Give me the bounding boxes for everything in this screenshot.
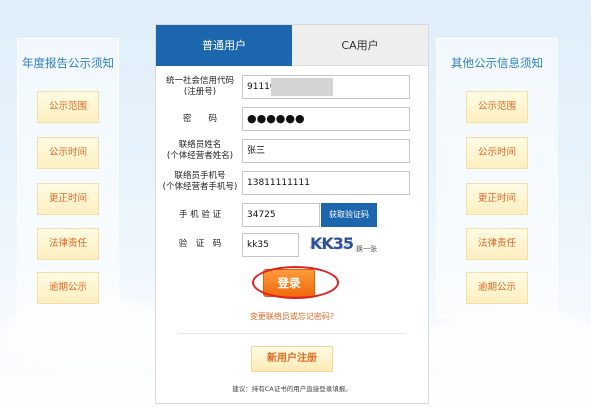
other-legal-liability-button[interactable]: 法律责任	[466, 228, 528, 260]
contact-name-input[interactable]: 张三	[242, 139, 410, 163]
annual-legal-liability-button[interactable]: 法律责任	[37, 228, 99, 260]
captcha-text: KK35	[310, 234, 354, 253]
annual-report-notice-title: 年度报告公示须知	[22, 56, 114, 70]
other-time-button[interactable]: 公示时间	[466, 137, 528, 169]
contact-name-label: 联络员姓名 (个体经营者姓名)	[166, 140, 234, 161]
login-button[interactable]: 登录	[263, 269, 315, 297]
captcha-label: 验 证 码	[178, 239, 222, 249]
sms-code-input[interactable]: 34725	[242, 203, 320, 227]
captcha-image[interactable]: KK35	[308, 230, 354, 254]
user-type-tabs: 普通用户 CA用户	[156, 25, 428, 66]
password-label: 密 码	[182, 114, 217, 124]
contact-phone-label: 联络员手机号 (个体经营者手机号)	[162, 171, 238, 192]
other-info-notice-panel: 其他公示信息须知 公示范围 公示时间 更正时间 法律责任 逾期公示	[436, 38, 558, 318]
contact-phone-input[interactable]: 13811111111	[242, 171, 410, 195]
refresh-captcha-link[interactable]: 换一张	[356, 244, 377, 254]
annual-correction-time-button[interactable]: 更正时间	[37, 183, 99, 215]
divider	[178, 333, 406, 334]
annual-report-notice-panel: 年度报告公示须知 公示范围 公示时间 更正时间 法律责任 逾期公示	[17, 38, 119, 318]
other-scope-button[interactable]: 公示范围	[466, 91, 528, 123]
credit-code-input[interactable]: 91110	[242, 75, 410, 99]
captcha-input[interactable]: kk35	[242, 233, 299, 257]
get-sms-code-button[interactable]: 获取验证码	[321, 203, 377, 227]
tab-normal-user[interactable]: 普通用户	[156, 25, 292, 66]
forgot-password-link[interactable]: 变更联络员或忘记密码?	[156, 311, 428, 322]
other-correction-time-button[interactable]: 更正时间	[466, 183, 528, 215]
login-panel: 普通用户 CA用户 统一社会信用代码 (注册号) 91110 密 码 ●●●●●…	[155, 24, 429, 404]
tab-ca-user[interactable]: CA用户	[292, 25, 428, 66]
annual-overdue-button[interactable]: 逾期公示	[37, 272, 99, 304]
register-button[interactable]: 新用户注册	[251, 346, 333, 372]
background-cloud	[420, 310, 591, 380]
other-info-notice-title: 其他公示信息须知	[451, 56, 543, 70]
redaction-mask	[271, 78, 333, 96]
credit-code-label: 统一社会信用代码 (注册号)	[165, 76, 234, 97]
other-overdue-button[interactable]: 逾期公示	[466, 272, 528, 304]
annual-time-button[interactable]: 公示时间	[37, 137, 99, 169]
ca-suggestion-note: 建议：持有CA证书的用户直接登录填报。	[232, 385, 352, 393]
password-input[interactable]: ●●●●●●	[242, 107, 410, 131]
sms-code-label: 手 机 验 证	[178, 210, 222, 220]
annual-scope-button[interactable]: 公示范围	[37, 91, 99, 123]
